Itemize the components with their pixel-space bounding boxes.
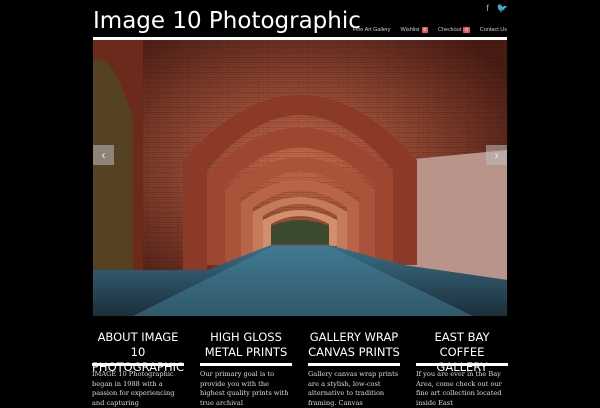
wishlist-count-badge: 0 (421, 27, 429, 33)
nav-wishlist[interactable]: Wishlist 0 (400, 27, 429, 33)
feature-text: Gallery canvas wrap prints are a stylish… (308, 370, 399, 407)
slider-prev-button[interactable]: ‹ (93, 145, 114, 165)
feature-columns: ABOUT IMAGE 10 PHOTOGRAPHIC IMAGE 10 Pho… (92, 330, 509, 408)
feature-about: ABOUT IMAGE 10 PHOTOGRAPHIC IMAGE 10 Pho… (92, 330, 184, 408)
nav-contact-us[interactable]: Contact Us (480, 27, 507, 33)
slider-next-button[interactable]: › (486, 145, 507, 165)
nav-label: Checkout (438, 27, 462, 33)
feature-coffee-gallery: EAST BAY COFFEE GALLERY If you are ever … (416, 330, 508, 408)
nav-checkout[interactable]: Checkout 0 (438, 27, 470, 33)
hero-slider[interactable]: ‹ › (93, 40, 507, 316)
site-title[interactable]: Image 10 Photographic (93, 8, 361, 34)
twitter-icon[interactable]: 🐦 (497, 3, 508, 14)
feature-heading[interactable]: EAST BAY COFFEE GALLERY (416, 330, 508, 374)
nav-fine-art-gallery[interactable]: Fine Art Gallery (353, 27, 391, 33)
feature-text: If you are ever in the Bay Area, come ch… (416, 370, 502, 407)
feature-text: Our primary goal is to provide you with … (200, 370, 289, 407)
feature-heading[interactable]: ABOUT IMAGE 10 PHOTOGRAPHIC (92, 330, 184, 374)
facebook-icon[interactable]: f (486, 3, 489, 14)
feature-canvas-prints: GALLERY WRAP CANVAS PRINTS Gallery canva… (308, 330, 400, 408)
social-links: f 🐦 (486, 3, 508, 14)
feature-heading[interactable]: GALLERY WRAP CANVAS PRINTS (308, 330, 400, 366)
feature-text: IMAGE 10 Photographic began in 1988 with… (92, 370, 175, 407)
nav-label: Contact Us (479, 27, 507, 33)
nav-label: Wishlist (400, 27, 420, 33)
checkout-count-badge: 0 (463, 27, 470, 33)
nav-label: Fine Art Gallery (352, 27, 391, 33)
feature-heading[interactable]: HIGH GLOSS METAL PRINTS (200, 330, 292, 366)
feature-metal-prints: HIGH GLOSS METAL PRINTS Our primary goal… (200, 330, 292, 408)
slide-image-brick-arches (93, 40, 507, 316)
main-nav: Fine Art Gallery Wishlist 0 Checkout 0 C… (353, 27, 507, 33)
